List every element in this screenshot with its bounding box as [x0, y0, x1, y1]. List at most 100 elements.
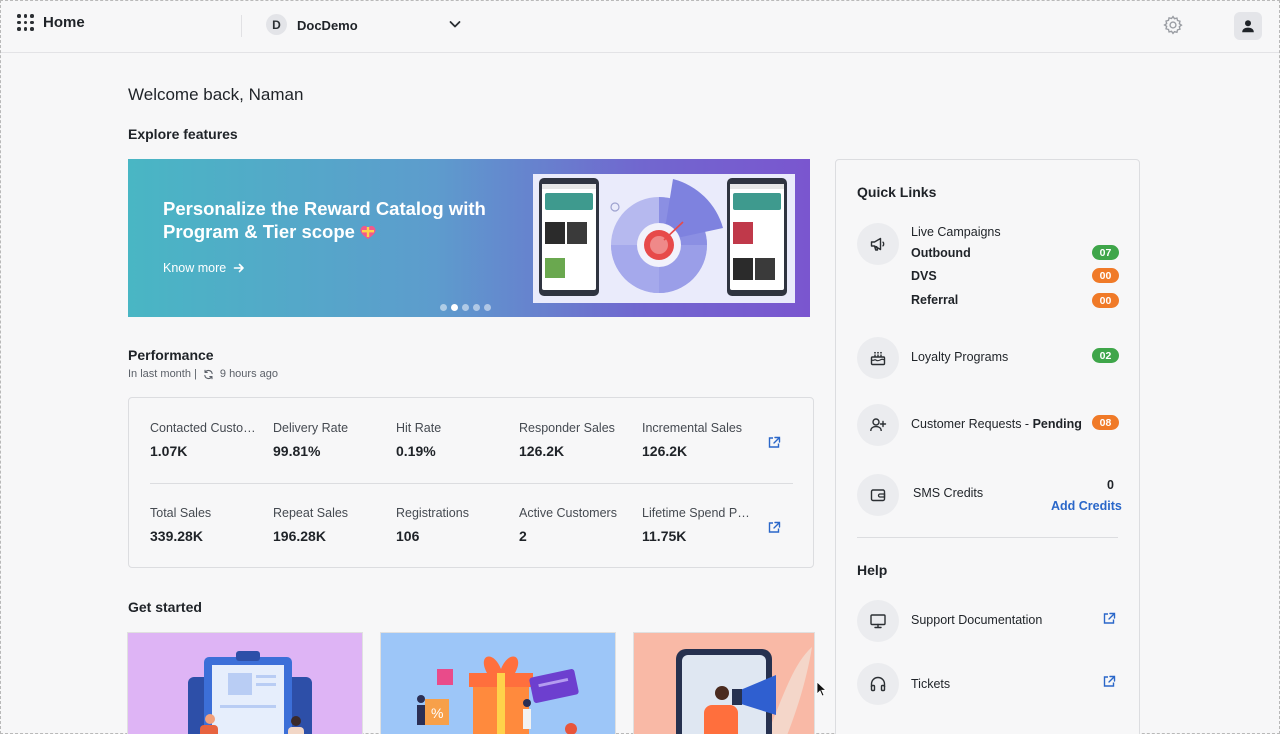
sms-credits-label: SMS Credits [913, 486, 984, 500]
metric-label: Lifetime Spend Per Customer [642, 506, 756, 520]
metric-registrations: Registrations 106 [396, 506, 510, 544]
metric-hit-rate: Hit Rate 0.19% [396, 421, 510, 459]
carousel-dot-1[interactable] [440, 304, 447, 311]
carousel-dot-5[interactable] [484, 304, 491, 311]
carousel-dot-3[interactable] [462, 304, 469, 311]
metric-value: 339.28K [150, 528, 203, 544]
outbound-count-badge: 07 [1092, 245, 1119, 260]
feature-banner[interactable]: Personalize the Reward Catalog with Prog… [128, 159, 810, 317]
customer-requests-label: Customer Requests - [911, 417, 1033, 431]
metric-value: 0.19% [396, 443, 436, 459]
cake-icon [857, 337, 899, 379]
referral-count-badge: 00 [1092, 293, 1119, 308]
user-icon [1242, 20, 1254, 33]
campaign-referral[interactable]: Referral [911, 293, 958, 307]
divider [857, 537, 1118, 538]
chevron-down-icon[interactable] [447, 16, 463, 32]
org-avatar[interactable]: D [266, 14, 287, 35]
metric-total-sales: Total Sales 339.28K [150, 506, 264, 544]
support-documentation-link[interactable]: Support Documentation [911, 613, 1042, 627]
carousel-dots [440, 304, 491, 311]
quick-links-heading: Quick Links [857, 184, 937, 200]
know-more-label: Know more [163, 261, 227, 275]
metric-label: Registrations [396, 506, 469, 520]
metric-incremental-sales: Incremental Sales 126.2K [642, 421, 756, 459]
metric-value: 11.75K [642, 528, 687, 544]
external-link-icon[interactable] [768, 521, 781, 534]
metric-lifetime-spend: Lifetime Spend Per Customer 11.75K [642, 506, 756, 544]
divider [241, 15, 242, 37]
mouse-cursor-icon [816, 681, 827, 697]
carousel-dot-4[interactable] [473, 304, 480, 311]
metric-value: 1.07K [150, 443, 188, 459]
loyalty-count-badge: 02 [1092, 348, 1119, 363]
metric-label: Contacted Customers [150, 421, 264, 435]
get-started-card-rewards[interactable]: % [380, 632, 616, 734]
dvs-count-badge: 00 [1092, 268, 1119, 283]
know-more-link[interactable]: Know more [163, 261, 245, 275]
headphones-icon [857, 663, 899, 705]
gift-heart-icon [360, 225, 376, 239]
external-link-icon[interactable] [1103, 675, 1116, 688]
page-title: Home [43, 14, 85, 31]
banner-illustration [533, 174, 795, 303]
campaign-outbound[interactable]: Outbound [911, 246, 971, 260]
performance-heading: Performance [128, 347, 214, 363]
get-started-heading: Get started [128, 599, 202, 615]
metric-label: Incremental Sales [642, 421, 743, 435]
top-bar: Home D DocDemo [1, 1, 1279, 53]
pending-label: Pending [1032, 417, 1082, 431]
banner-headline: Personalize the Reward Catalog with Prog… [163, 198, 486, 242]
performance-period: In last month | [128, 368, 197, 380]
metric-delivery-rate: Delivery Rate 99.81% [273, 421, 387, 459]
get-started-card-announce[interactable] [633, 632, 815, 734]
refresh-icon[interactable] [203, 369, 214, 380]
user-avatar[interactable] [1234, 12, 1262, 40]
metric-label: Total Sales [150, 506, 212, 520]
explore-features-heading: Explore features [128, 126, 238, 142]
help-heading: Help [857, 562, 888, 578]
carousel-dot-2[interactable] [451, 304, 458, 311]
megaphone-icon [857, 223, 899, 265]
metric-responder-sales: Responder Sales 126.2K [519, 421, 633, 459]
tickets-link[interactable]: Tickets [911, 677, 950, 691]
metric-value: 196.28K [273, 528, 326, 544]
customer-requests-link[interactable]: Customer Requests - Pending [911, 417, 1082, 431]
clipboard-illustration [188, 651, 312, 734]
add-user-icon [857, 404, 899, 446]
campaign-dvs[interactable]: DVS [911, 269, 937, 283]
org-switcher[interactable]: DocDemo [297, 18, 358, 33]
monitor-icon [857, 600, 899, 642]
app-launcher-icon[interactable] [17, 14, 34, 31]
performance-subtitle: In last month | 9 hours ago [128, 368, 278, 380]
megaphone-illustration [676, 647, 812, 734]
last-updated: 9 hours ago [219, 368, 278, 380]
wallet-icon [857, 474, 899, 516]
metric-value: 99.81% [273, 443, 321, 459]
arrow-right-icon [233, 263, 245, 273]
metric-repeat-sales: Repeat Sales 196.28K [273, 506, 387, 544]
metric-label: Responder Sales [519, 421, 615, 435]
add-credits-link[interactable]: Add Credits [1051, 499, 1122, 513]
metric-label: Active Customers [519, 506, 617, 520]
metric-value: 106 [396, 528, 420, 544]
requests-count-badge: 08 [1092, 415, 1119, 430]
metric-label: Delivery Rate [273, 421, 349, 435]
metric-value: 2 [519, 528, 527, 544]
welcome-heading: Welcome back, Naman [128, 85, 304, 104]
metric-value: 126.2K [519, 443, 565, 459]
external-link-icon[interactable] [1103, 612, 1116, 625]
metric-label: Repeat Sales [273, 506, 349, 520]
external-link-icon[interactable] [768, 436, 781, 449]
gift-illustration: % [417, 656, 579, 734]
loyalty-programs-link[interactable]: Loyalty Programs [911, 350, 1008, 364]
metric-value: 126.2K [642, 443, 688, 459]
get-started-card-campaign[interactable] [127, 632, 363, 734]
quick-links-panel: Quick Links Live Campaigns Outbound 07 D… [835, 159, 1140, 734]
sms-credits-count: 0 [1107, 478, 1114, 492]
live-campaigns-label[interactable]: Live Campaigns [911, 225, 1001, 239]
metric-contacted-customers: Contacted Customers 1.07K [150, 421, 264, 459]
gear-icon[interactable] [1162, 14, 1184, 36]
metric-label: Hit Rate [396, 421, 442, 435]
performance-card: Contacted Customers 1.07K Delivery Rate … [128, 397, 814, 568]
